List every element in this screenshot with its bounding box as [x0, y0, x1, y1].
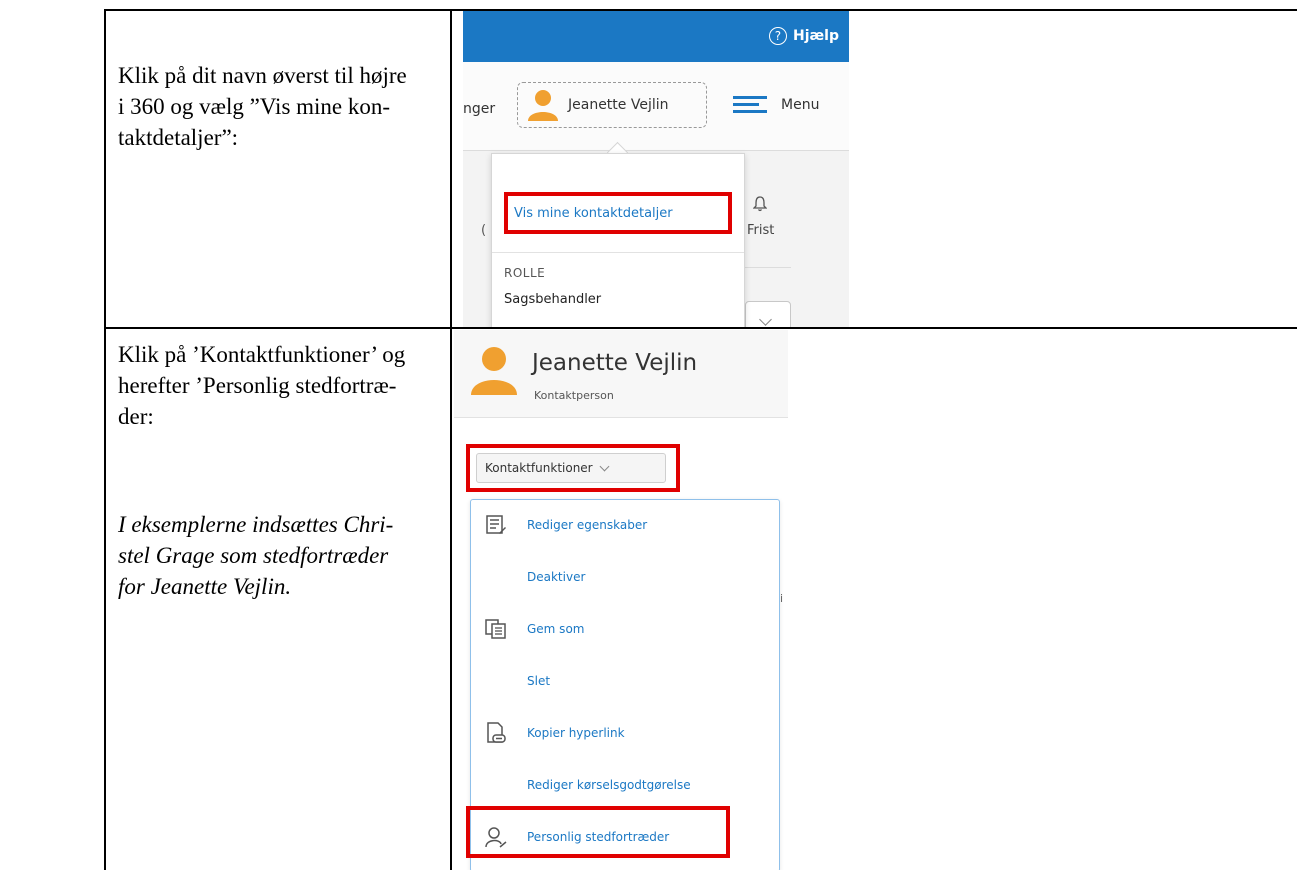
nav-row: nger Jeanette Vejlin Menu [463, 62, 849, 151]
partial-nav-label[interactable]: nger [463, 101, 495, 117]
top-bar: ? Hjælp [463, 11, 849, 62]
screenshot-contact-functions: Jeanette Vejlin Kontaktperson Kontaktfun… [454, 330, 788, 870]
table-border-divider [450, 9, 452, 870]
note-line-2: stel Grage som stedfortræder [118, 543, 389, 568]
row2-note: I eksemplerne indsættes Chri- stel Grage… [118, 509, 448, 602]
menu-item-gem-som[interactable]: Gem som [471, 604, 779, 656]
edit-properties-icon [486, 515, 506, 534]
user-name-button[interactable]: Jeanette Vejlin [517, 82, 707, 128]
role-value[interactable]: Sagsbehandler [504, 292, 601, 307]
row1-line-1: Klik på dit navn øverst til højre [118, 63, 407, 88]
menu-item-label: Kopier hyperlink [527, 726, 625, 740]
row1-instruction: Klik på dit navn øverst til højre i 360 … [118, 60, 448, 153]
save-as-icon [485, 619, 506, 639]
table-border-middle [104, 327, 1297, 329]
partial-char: i [780, 592, 784, 605]
role-heading: ROLLE [504, 266, 546, 280]
menu-item-slet[interactable]: Slet [471, 656, 779, 708]
row2-line-1: Klik på ’Kontaktfunktioner’ og [118, 342, 406, 367]
user-avatar-icon [528, 90, 558, 121]
row2-line-3: der: [118, 404, 154, 429]
copy-link-icon [487, 722, 506, 743]
screenshot-user-menu: ? Hjælp nger Jeanette Vejlin Menu ( Fris… [463, 11, 849, 327]
question-icon: ? [768, 27, 787, 45]
hamburger-icon [733, 96, 767, 114]
menu-item-label: Rediger kørselsgodtgørelse [527, 778, 691, 792]
dropdown-separator [492, 252, 744, 253]
menu-item-rediger-egenskaber[interactable]: Rediger egenskaber [471, 500, 779, 552]
menu-item-label: Deaktiver [527, 570, 586, 584]
frist-label[interactable]: Frist [747, 223, 774, 238]
kontaktfunktioner-label: Kontaktfunktioner [485, 461, 593, 475]
menu-item-label: Rediger egenskaber [527, 518, 648, 532]
person-type: Kontaktperson [534, 389, 614, 402]
menu-item-label: Gem som [527, 622, 585, 636]
user-dropdown: Vis mine kontaktdetaljer ROLLE Sagsbehan… [491, 153, 745, 327]
partial-char: ( [481, 223, 487, 238]
note-line-1: I eksemplerne indsættes Chri- [118, 512, 394, 537]
menu-item-rediger-koerselsgodtgoerelse[interactable]: Rediger kørselsgodtgørelse [471, 760, 779, 812]
row2-line-2: herefter ’Personlig stedfortræ- [118, 373, 397, 398]
bell-icon[interactable] [752, 196, 768, 216]
help-label: Hjælp [792, 28, 839, 44]
personlig-stedfortraeder-highlight [466, 806, 730, 858]
kontaktfunktioner-button[interactable]: Kontaktfunktioner [476, 453, 666, 483]
select-box[interactable] [745, 301, 791, 327]
menu-item-deaktiver[interactable]: Deaktiver [471, 552, 779, 604]
menu-label: Menu [781, 97, 820, 113]
row1-line-3: taktdetaljer”: [118, 125, 239, 150]
user-name: Jeanette Vejlin [568, 97, 669, 113]
vis-mine-kontaktdetaljer-link[interactable]: Vis mine kontaktdetaljer [504, 192, 732, 234]
note-line-3: for Jeanette Vejlin. [118, 574, 292, 599]
row2-instruction: Klik på ’Kontaktfunktioner’ og herefter … [118, 339, 448, 432]
table-border-left [104, 9, 106, 870]
menu-item-kopier-hyperlink[interactable]: Kopier hyperlink [471, 708, 779, 760]
row1-line-2: i 360 og vælg ”Vis mine kon- [118, 94, 391, 119]
person-name: Jeanette Vejlin [532, 350, 698, 376]
contact-header: Jeanette Vejlin Kontaktperson [454, 330, 788, 418]
divider [743, 267, 791, 268]
menu-button[interactable]: Menu [733, 96, 819, 114]
kontaktfunktioner-highlight: Kontaktfunktioner [466, 444, 680, 492]
person-avatar-icon [471, 347, 517, 395]
chevron-down-icon [599, 461, 610, 471]
chevron-down-icon [759, 313, 772, 326]
help-button[interactable]: ? Hjælp [768, 27, 839, 45]
menu-item-label: Slet [527, 674, 551, 688]
